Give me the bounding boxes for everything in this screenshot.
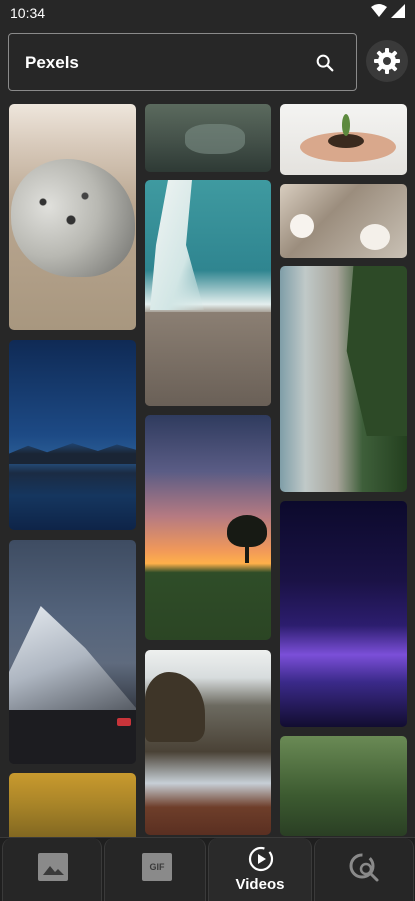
tab-gif[interactable]: GIF (104, 838, 206, 901)
snowy-peak-stars-photo[interactable] (9, 540, 136, 764)
status-time: 10:34 (10, 5, 46, 21)
autumn-trees-photo[interactable] (9, 773, 136, 837)
play-circle-icon (248, 846, 274, 872)
gif-icon-text: GIF (149, 862, 165, 872)
tab-videos-label: Videos (235, 876, 285, 893)
image-search-icon (349, 853, 379, 882)
status-bar: 10:34 (0, 0, 415, 26)
tab-photos[interactable] (2, 838, 102, 901)
signal-icon (391, 4, 405, 18)
forest-photo[interactable] (280, 736, 407, 836)
hands-plant-photo[interactable] (280, 104, 407, 175)
search-icon[interactable] (314, 52, 336, 74)
blossoms-photo[interactable] (280, 184, 407, 258)
aerial-beach-photo[interactable] (280, 266, 407, 492)
status-icons (371, 4, 405, 18)
coast-rocks-photo[interactable] (145, 650, 271, 835)
purple-particles-photo[interactable] (280, 501, 407, 727)
image-icon (38, 853, 68, 881)
search-bar[interactable]: Pexels (8, 33, 357, 91)
mountain-lake-photo[interactable] (9, 340, 136, 530)
tab-search[interactable] (314, 838, 414, 901)
search-source-label: Pexels (25, 53, 79, 72)
wifi-icon (371, 4, 387, 17)
river-rocks-photo[interactable] (145, 104, 271, 172)
tab-videos[interactable]: Videos (208, 838, 312, 901)
aerial-surf-rocks-photo[interactable] (145, 180, 271, 406)
seal-photo[interactable] (9, 104, 136, 330)
bottom-nav: GIF Videos (0, 837, 415, 901)
photo-grid (0, 100, 415, 837)
sunset-tree-photo[interactable] (145, 415, 271, 640)
gif-icon: GIF (142, 853, 172, 881)
gear-icon (374, 48, 400, 74)
settings-button[interactable] (366, 40, 408, 82)
